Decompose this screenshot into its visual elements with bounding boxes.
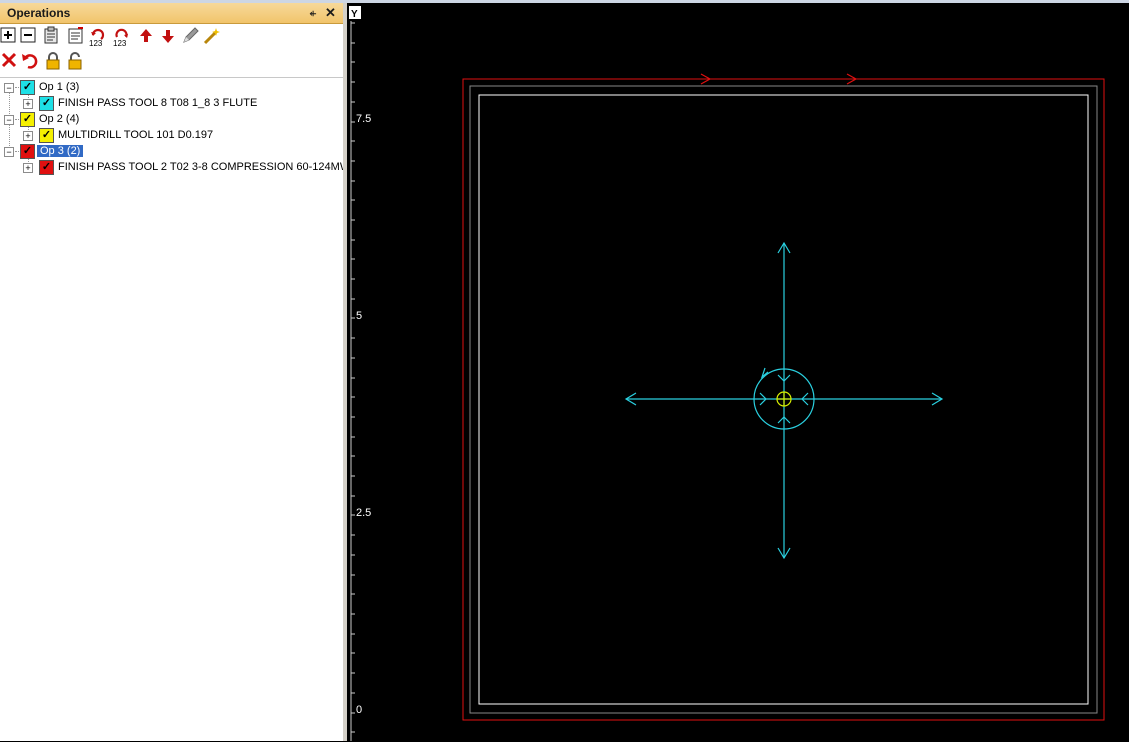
expand-toggle[interactable]: + <box>23 99 33 109</box>
op-1-label: Op 1 (3) <box>39 81 80 93</box>
delete-icon[interactable] <box>0 51 20 71</box>
op-1-checkbox[interactable]: ✓ <box>20 80 35 95</box>
op-1-toolpath-label: FINISH PASS TOOL 8 T08 1_8 3 FLUTE <box>58 97 258 109</box>
tick-label-0: 0 <box>356 704 362 716</box>
move-down-icon[interactable] <box>158 26 178 46</box>
tick-label-7-5: 7.5 <box>356 113 371 125</box>
op-2-checkbox[interactable]: ✓ <box>20 112 35 127</box>
op-3-label: Op 3 (2) <box>37 145 84 157</box>
wand-icon[interactable] <box>202 26 222 46</box>
tree-node-op-3-toolpath[interactable]: + ✓ FINISH PASS TOOL 2 T02 3-8 COMPRESSI… <box>0 160 343 176</box>
collapse-toggle[interactable]: − <box>4 115 14 125</box>
collapse-toggle[interactable]: − <box>4 147 14 157</box>
expand-toggle[interactable]: + <box>23 131 33 141</box>
tree-node-op-1[interactable]: − ✓ Op 1 (3) <box>0 80 343 96</box>
remove-icon[interactable] <box>20 26 40 46</box>
renumber-text: 123 <box>89 39 103 46</box>
op-2-label: Op 2 (4) <box>39 113 80 125</box>
add-icon[interactable] <box>0 26 20 46</box>
lock-icon[interactable] <box>43 51 63 71</box>
tree-node-op-3[interactable]: − ✓ Op 3 (2) <box>0 144 343 160</box>
renumber-all-icon[interactable]: 123 <box>112 26 132 46</box>
renumber-icon[interactable]: 123 <box>88 26 108 46</box>
op-1-toolpath-checkbox[interactable]: ✓ <box>39 96 54 111</box>
operations-panel: Operations ⍅ ✕ 123 123 − ✓ Op 1 (3) + ✓ … <box>0 3 344 741</box>
tick-label-2-5: 2.5 <box>356 507 371 519</box>
paste-icon[interactable] <box>42 26 62 46</box>
tree-node-op-1-toolpath[interactable]: + ✓ FINISH PASS TOOL 8 T08 1_8 3 FLUTE <box>0 96 343 112</box>
expand-toggle[interactable]: + <box>23 163 33 173</box>
pencil-icon[interactable] <box>180 26 200 46</box>
unlock-icon[interactable] <box>65 51 85 71</box>
panel-title: Operations <box>7 6 71 20</box>
operations-tree: − ✓ Op 1 (3) + ✓ FINISH PASS TOOL 8 T08 … <box>0 77 343 742</box>
pin-icon[interactable]: ⍅ <box>309 5 317 21</box>
op-3-toolpath-checkbox[interactable]: ✓ <box>39 160 54 175</box>
collapse-toggle[interactable]: − <box>4 83 14 93</box>
op-2-toolpath-checkbox[interactable]: ✓ <box>39 128 54 143</box>
renumber-all-text: 123 <box>113 39 127 46</box>
op-3-toolpath-label: FINISH PASS TOOL 2 T02 3-8 COMPRESSION 6… <box>58 161 343 173</box>
operations-toolbar-secondary <box>0 51 343 73</box>
close-icon[interactable]: ✕ <box>325 5 336 21</box>
undo-icon[interactable] <box>20 51 40 71</box>
y-axis-label: Y <box>351 9 358 20</box>
drill-point-marker <box>776 391 792 407</box>
op-2-toolpath-label: MULTIDRILL TOOL 101 D0.197 <box>58 129 214 141</box>
properties-icon[interactable] <box>66 26 86 46</box>
move-up-icon[interactable] <box>136 26 156 46</box>
operations-toolbar-primary: 123 123 <box>0 26 343 50</box>
drawing-canvas: Y 7.5 5 2.5 0 <box>349 6 1105 741</box>
op-3-checkbox[interactable]: ✓ <box>20 144 35 159</box>
cad-viewport[interactable]: Y 7.5 5 2.5 0 <box>347 3 1129 741</box>
tree-node-op-2[interactable]: − ✓ Op 2 (4) <box>0 112 343 128</box>
tree-node-op-2-toolpath[interactable]: + ✓ MULTIDRILL TOOL 101 D0.197 <box>0 128 343 144</box>
y-axis-ticks <box>351 22 355 733</box>
panel-titlebar: Operations ⍅ ✕ <box>0 3 343 24</box>
tick-label-5: 5 <box>356 310 362 322</box>
